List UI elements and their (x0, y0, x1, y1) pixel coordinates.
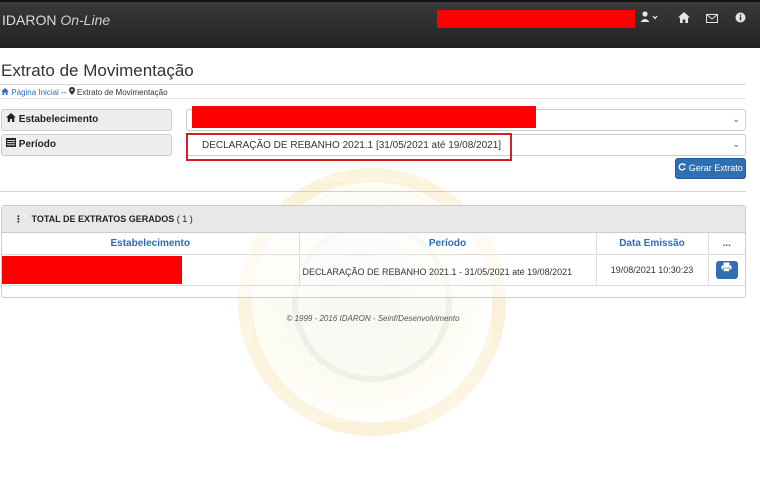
table-row: DECLARAÇÃO DE REBANHO 2021.1 - 31/05/202… (2, 254, 745, 286)
column-header-actions: ... (708, 233, 745, 255)
chevron-down-icon: ⌄ (732, 139, 740, 149)
periodo-selected-value: DECLARAÇÃO DE REBANHO 2021.1 [31/05/2021… (202, 140, 502, 151)
footer-copyright: © 1999 - 2016 IDARON - Seinf/Desenvolvim… (286, 314, 460, 323)
top-navbar: IDARON On-Line (0, 0, 760, 48)
cell-data-emissao: 19/08/2021 10:30:23 (596, 254, 709, 286)
mail-icon[interactable] (706, 10, 718, 28)
print-icon (721, 262, 732, 272)
breadcrumb: Página Inicial -- Extrato de Movimentaçã… (1, 87, 168, 97)
map-marker-icon (68, 87, 75, 95)
section-divider (0, 191, 746, 192)
kebab-menu-icon: ⋮ (14, 214, 23, 224)
info-icon[interactable] (735, 10, 746, 28)
redacted-estabelecimento (192, 106, 536, 128)
home-icon (1, 88, 9, 95)
results-heading-text: TOTAL DE EXTRATOS GERADOS (31, 214, 175, 224)
cell-periodo: DECLARAÇÃO DE REBANHO 2021.1 - 31/05/202… (299, 254, 597, 286)
breadcrumb-home-label: Página Inicial (11, 88, 59, 97)
user-icon (640, 11, 658, 22)
print-button[interactable] (715, 260, 738, 279)
results-panel-heading: ⋮ TOTAL DE EXTRATOS GERADOS ( 1 ) (2, 206, 745, 233)
home-icon[interactable] (678, 10, 690, 28)
gerar-extrato-label: Gerar Extrato (688, 163, 743, 173)
periodo-label: Período (1, 134, 172, 156)
column-header-estabelecimento[interactable]: Estabelecimento (2, 233, 300, 255)
refresh-icon (678, 163, 686, 171)
cell-actions (708, 254, 745, 286)
results-table: Estabelecimento Período Data Emissão ...… (2, 233, 745, 286)
results-panel: ⋮ TOTAL DE EXTRATOS GERADOS ( 1 ) Estabe… (1, 205, 746, 298)
breadcrumb-current: Extrato de Movimentação (76, 88, 168, 97)
chevron-down-icon: ⌄ (732, 114, 740, 124)
redacted-user-name (437, 10, 635, 28)
column-header-periodo[interactable]: Período (299, 233, 597, 255)
list-icon (6, 138, 16, 147)
title-divider (0, 84, 746, 85)
cell-estabelecimento (2, 254, 300, 286)
results-count: ( 1 ) (176, 214, 193, 224)
app-brand[interactable]: IDARON On-Line (2, 12, 110, 28)
gerar-extrato-button[interactable]: Gerar Extrato (675, 158, 746, 179)
page-title: Extrato de Movimentação (1, 61, 194, 80)
estabelecimento-select[interactable]: ⌄ (186, 106, 746, 131)
brand-name: IDARON (2, 12, 57, 28)
breadcrumb-divider (0, 98, 746, 99)
table-header-row: Estabelecimento Período Data Emissão ... (2, 233, 745, 255)
redacted-estabelecimento-cell (2, 255, 182, 284)
breadcrumb-separator: -- (61, 88, 67, 97)
column-header-data-emissao[interactable]: Data Emissão (596, 233, 709, 255)
breadcrumb-home-link[interactable]: Página Inicial (1, 88, 61, 97)
brand-suffix: On-Line (60, 12, 111, 28)
home-icon (6, 113, 16, 122)
estabelecimento-label: Estabelecimento (1, 109, 172, 131)
periodo-label-text: Período (18, 139, 57, 150)
user-menu-icon[interactable] (640, 10, 658, 28)
estabelecimento-label-text: Estabelecimento (18, 114, 99, 125)
